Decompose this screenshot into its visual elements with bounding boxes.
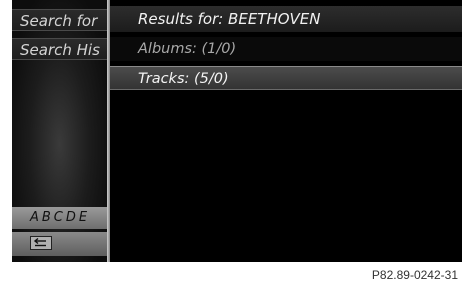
result-row-albums[interactable]: Albums: (1/0) xyxy=(110,37,462,61)
results-header: Results for: BEETHOVEN xyxy=(110,6,462,32)
display-screen: Search for Search His ABCDE Results for:… xyxy=(12,0,462,262)
character-bar-letters: ABCDE xyxy=(30,210,91,225)
back-button[interactable] xyxy=(30,236,52,250)
back-arrow-icon xyxy=(33,237,46,247)
menu-item-search-history[interactable]: Search His xyxy=(12,38,107,60)
result-row-label: Tracks: (5/0) xyxy=(138,71,229,87)
figure-caption: P82.89-0242-31 xyxy=(371,268,458,282)
back-bar xyxy=(12,232,107,256)
character-bar[interactable]: ABCDE xyxy=(12,207,107,229)
menu-item-label: Search for xyxy=(20,12,98,30)
result-row-label: Albums: (1/0) xyxy=(138,41,237,57)
left-menu-panel: Search for Search His ABCDE xyxy=(12,0,107,262)
result-row-tracks[interactable]: Tracks: (5/0) xyxy=(110,66,462,90)
results-header-label: Results for: BEETHOVEN xyxy=(138,10,321,28)
menu-item-search-for[interactable]: Search for xyxy=(12,9,107,31)
menu-item-label: Search His xyxy=(20,41,100,59)
results-panel: Results for: BEETHOVEN Albums: (1/0) Tra… xyxy=(110,0,462,262)
